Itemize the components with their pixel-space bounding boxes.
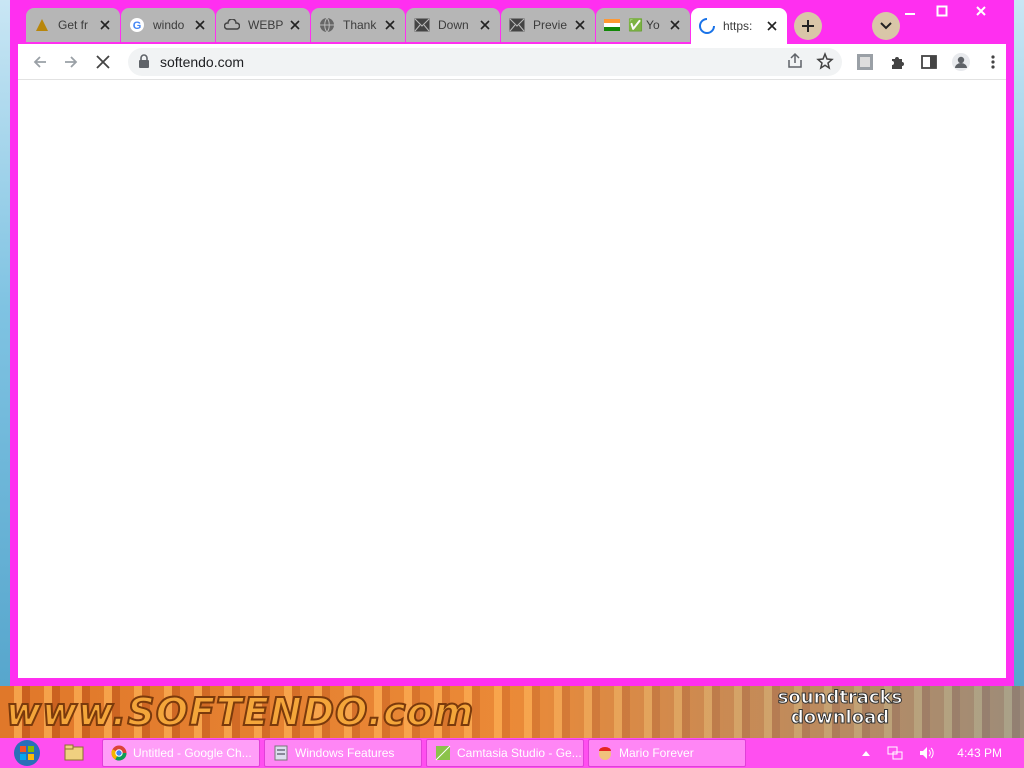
tab-2[interactable]: G windo [121, 8, 215, 42]
tab-title: WEBP [248, 18, 284, 32]
show-desktop-quicklaunch[interactable] [64, 744, 84, 762]
extensions-menu-button[interactable] [885, 50, 909, 74]
cloud-icon [224, 17, 240, 33]
stop-x-icon [96, 55, 110, 69]
explorer-folder-icon [64, 744, 84, 761]
chrome-menu-button[interactable] [981, 50, 1005, 74]
tab-3[interactable]: WEBP [216, 8, 310, 42]
tab-5[interactable]: Down [406, 8, 500, 42]
three-dots-vertical-icon [991, 55, 995, 69]
volume-icon[interactable] [919, 746, 935, 760]
camtasia-icon [435, 745, 451, 761]
taskbar: Untitled - Google Ch... Windows Features… [0, 738, 1024, 768]
address-bar[interactable]: softendo.com [128, 48, 842, 76]
back-button[interactable] [28, 50, 52, 74]
tab-title: windo [153, 18, 185, 32]
tab-close-icon[interactable] [193, 18, 207, 32]
share-icon[interactable] [786, 52, 804, 70]
side-panel-button[interactable] [917, 50, 941, 74]
windows-orb-icon [14, 740, 40, 766]
warning-triangle-icon [34, 17, 50, 33]
lock-icon [139, 54, 149, 68]
tab-title: Down [438, 18, 469, 32]
system-tray: 4:43 PM [853, 738, 1024, 768]
extension-avatar-icon [857, 54, 873, 70]
extension-button[interactable] [853, 50, 877, 74]
close-icon [976, 6, 986, 16]
start-button[interactable] [8, 739, 46, 767]
india-flag-icon [604, 17, 620, 33]
chevron-down-icon [880, 22, 892, 30]
globe-icon [319, 17, 335, 33]
taskbar-clock[interactable]: 4:43 PM [957, 746, 1002, 760]
tab-close-icon[interactable] [478, 18, 492, 32]
forward-button[interactable] [59, 50, 83, 74]
chrome-window: Get fr G windo WEBP Thank Down Previe ✅ … [10, 0, 1014, 686]
new-tab-button[interactable] [794, 12, 822, 40]
stop-loading-button[interactable] [91, 50, 115, 74]
tab-strip: Get fr G windo WEBP Thank Down Previe ✅ … [26, 8, 788, 44]
tab-6[interactable]: Previe [501, 8, 595, 42]
mail-icon [414, 17, 430, 33]
banner-line-2: download [790, 707, 890, 728]
tab-title: Get fr [58, 18, 89, 32]
show-hidden-icons-icon[interactable] [861, 749, 871, 757]
tab-7[interactable]: ✅ Yo [596, 8, 690, 42]
banner-logo-text: www.SOFTENDO.com [5, 689, 475, 735]
tab-4[interactable]: Thank [311, 8, 405, 42]
browser-toolbar: softendo.com [18, 44, 1006, 80]
url-text: softendo.com [160, 54, 245, 70]
tab-title: Thank [343, 18, 377, 32]
plus-icon [802, 20, 814, 32]
page-content[interactable] [18, 80, 1006, 678]
tab-title: https: [723, 19, 753, 33]
mail-icon [509, 17, 525, 33]
banner-soundtracks-text: soundtracks download [770, 687, 910, 728]
google-icon: G [129, 17, 145, 33]
side-panel-icon [921, 55, 937, 69]
tab-close-icon[interactable] [383, 18, 397, 32]
puzzle-icon [892, 57, 904, 69]
bookmark-star-icon[interactable] [816, 52, 834, 70]
taskbar-item-label: Untitled - Google Ch... [133, 746, 252, 760]
softendo-banner[interactable]: www.SOFTENDO.com soundtracks download [0, 686, 1024, 738]
profile-avatar-icon [952, 53, 970, 71]
back-arrow-icon [33, 56, 46, 68]
windows-features-icon [274, 745, 288, 761]
window-controls [894, 0, 1004, 22]
minimize-icon [905, 13, 915, 15]
tab-close-icon[interactable] [288, 18, 302, 32]
forward-arrow-icon [65, 56, 78, 68]
profile-button[interactable] [949, 50, 973, 74]
tab-close-icon[interactable] [98, 18, 112, 32]
maximize-button[interactable] [926, 0, 958, 22]
tab-close-icon[interactable] [668, 18, 682, 32]
maximize-icon [936, 5, 948, 17]
tab-close-icon[interactable] [573, 18, 587, 32]
tab-close-icon[interactable] [765, 19, 779, 33]
taskbar-item-windows-features[interactable]: Windows Features [264, 739, 422, 767]
taskbar-item-mario[interactable]: Mario Forever [588, 739, 746, 767]
close-window-button[interactable] [958, 0, 1004, 22]
tab-active[interactable]: https: [691, 8, 787, 44]
network-icon[interactable] [887, 746, 903, 760]
tab-search-button[interactable] [872, 12, 900, 40]
banner-line-1: soundtracks [777, 687, 903, 708]
svg-text:G: G [133, 20, 142, 32]
tab-1[interactable]: Get fr [26, 8, 120, 42]
taskbar-item-camtasia[interactable]: Camtasia Studio - Ge... [426, 739, 584, 767]
taskbar-item-label: Camtasia Studio - Ge... [457, 746, 582, 760]
loading-icon [699, 18, 715, 34]
taskbar-item-chrome[interactable]: Untitled - Google Ch... [102, 739, 260, 767]
tab-title: Previe [533, 18, 568, 32]
minimize-button[interactable] [894, 0, 926, 22]
taskbar-item-label: Windows Features [295, 746, 395, 760]
tab-title: ✅ Yo [628, 18, 660, 32]
taskbar-item-label: Mario Forever [619, 746, 694, 760]
chrome-icon [111, 745, 127, 761]
mario-icon [599, 747, 611, 760]
